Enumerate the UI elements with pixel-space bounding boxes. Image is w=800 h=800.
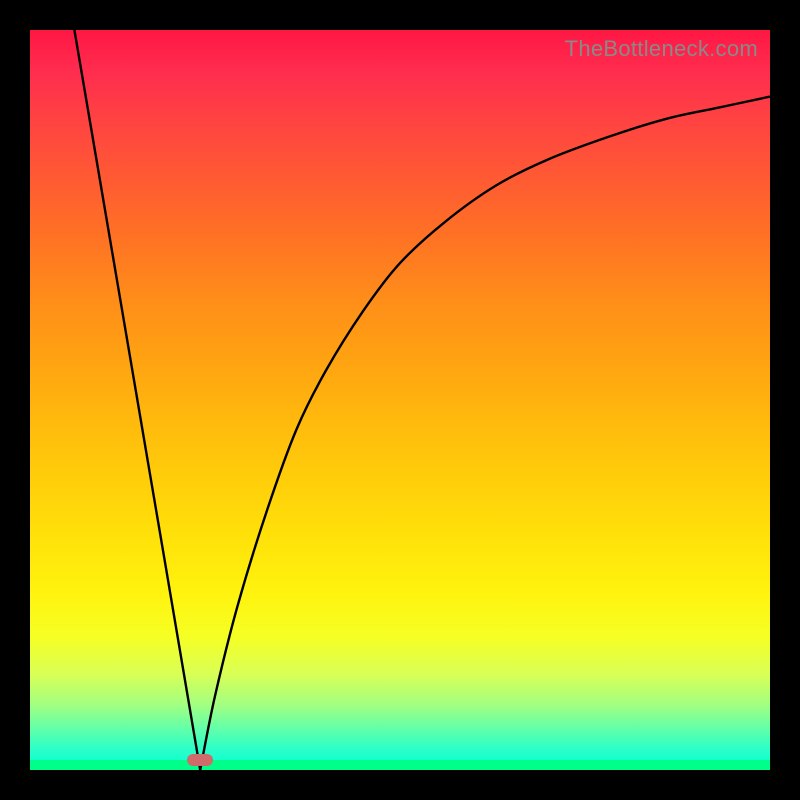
chart-frame: TheBottleneck.com <box>0 0 800 800</box>
curve-left-branch <box>74 30 200 770</box>
bottleneck-curve <box>30 30 770 770</box>
curve-right-branch <box>200 97 770 770</box>
optimal-marker <box>187 754 213 766</box>
plot-area: TheBottleneck.com <box>30 30 770 770</box>
